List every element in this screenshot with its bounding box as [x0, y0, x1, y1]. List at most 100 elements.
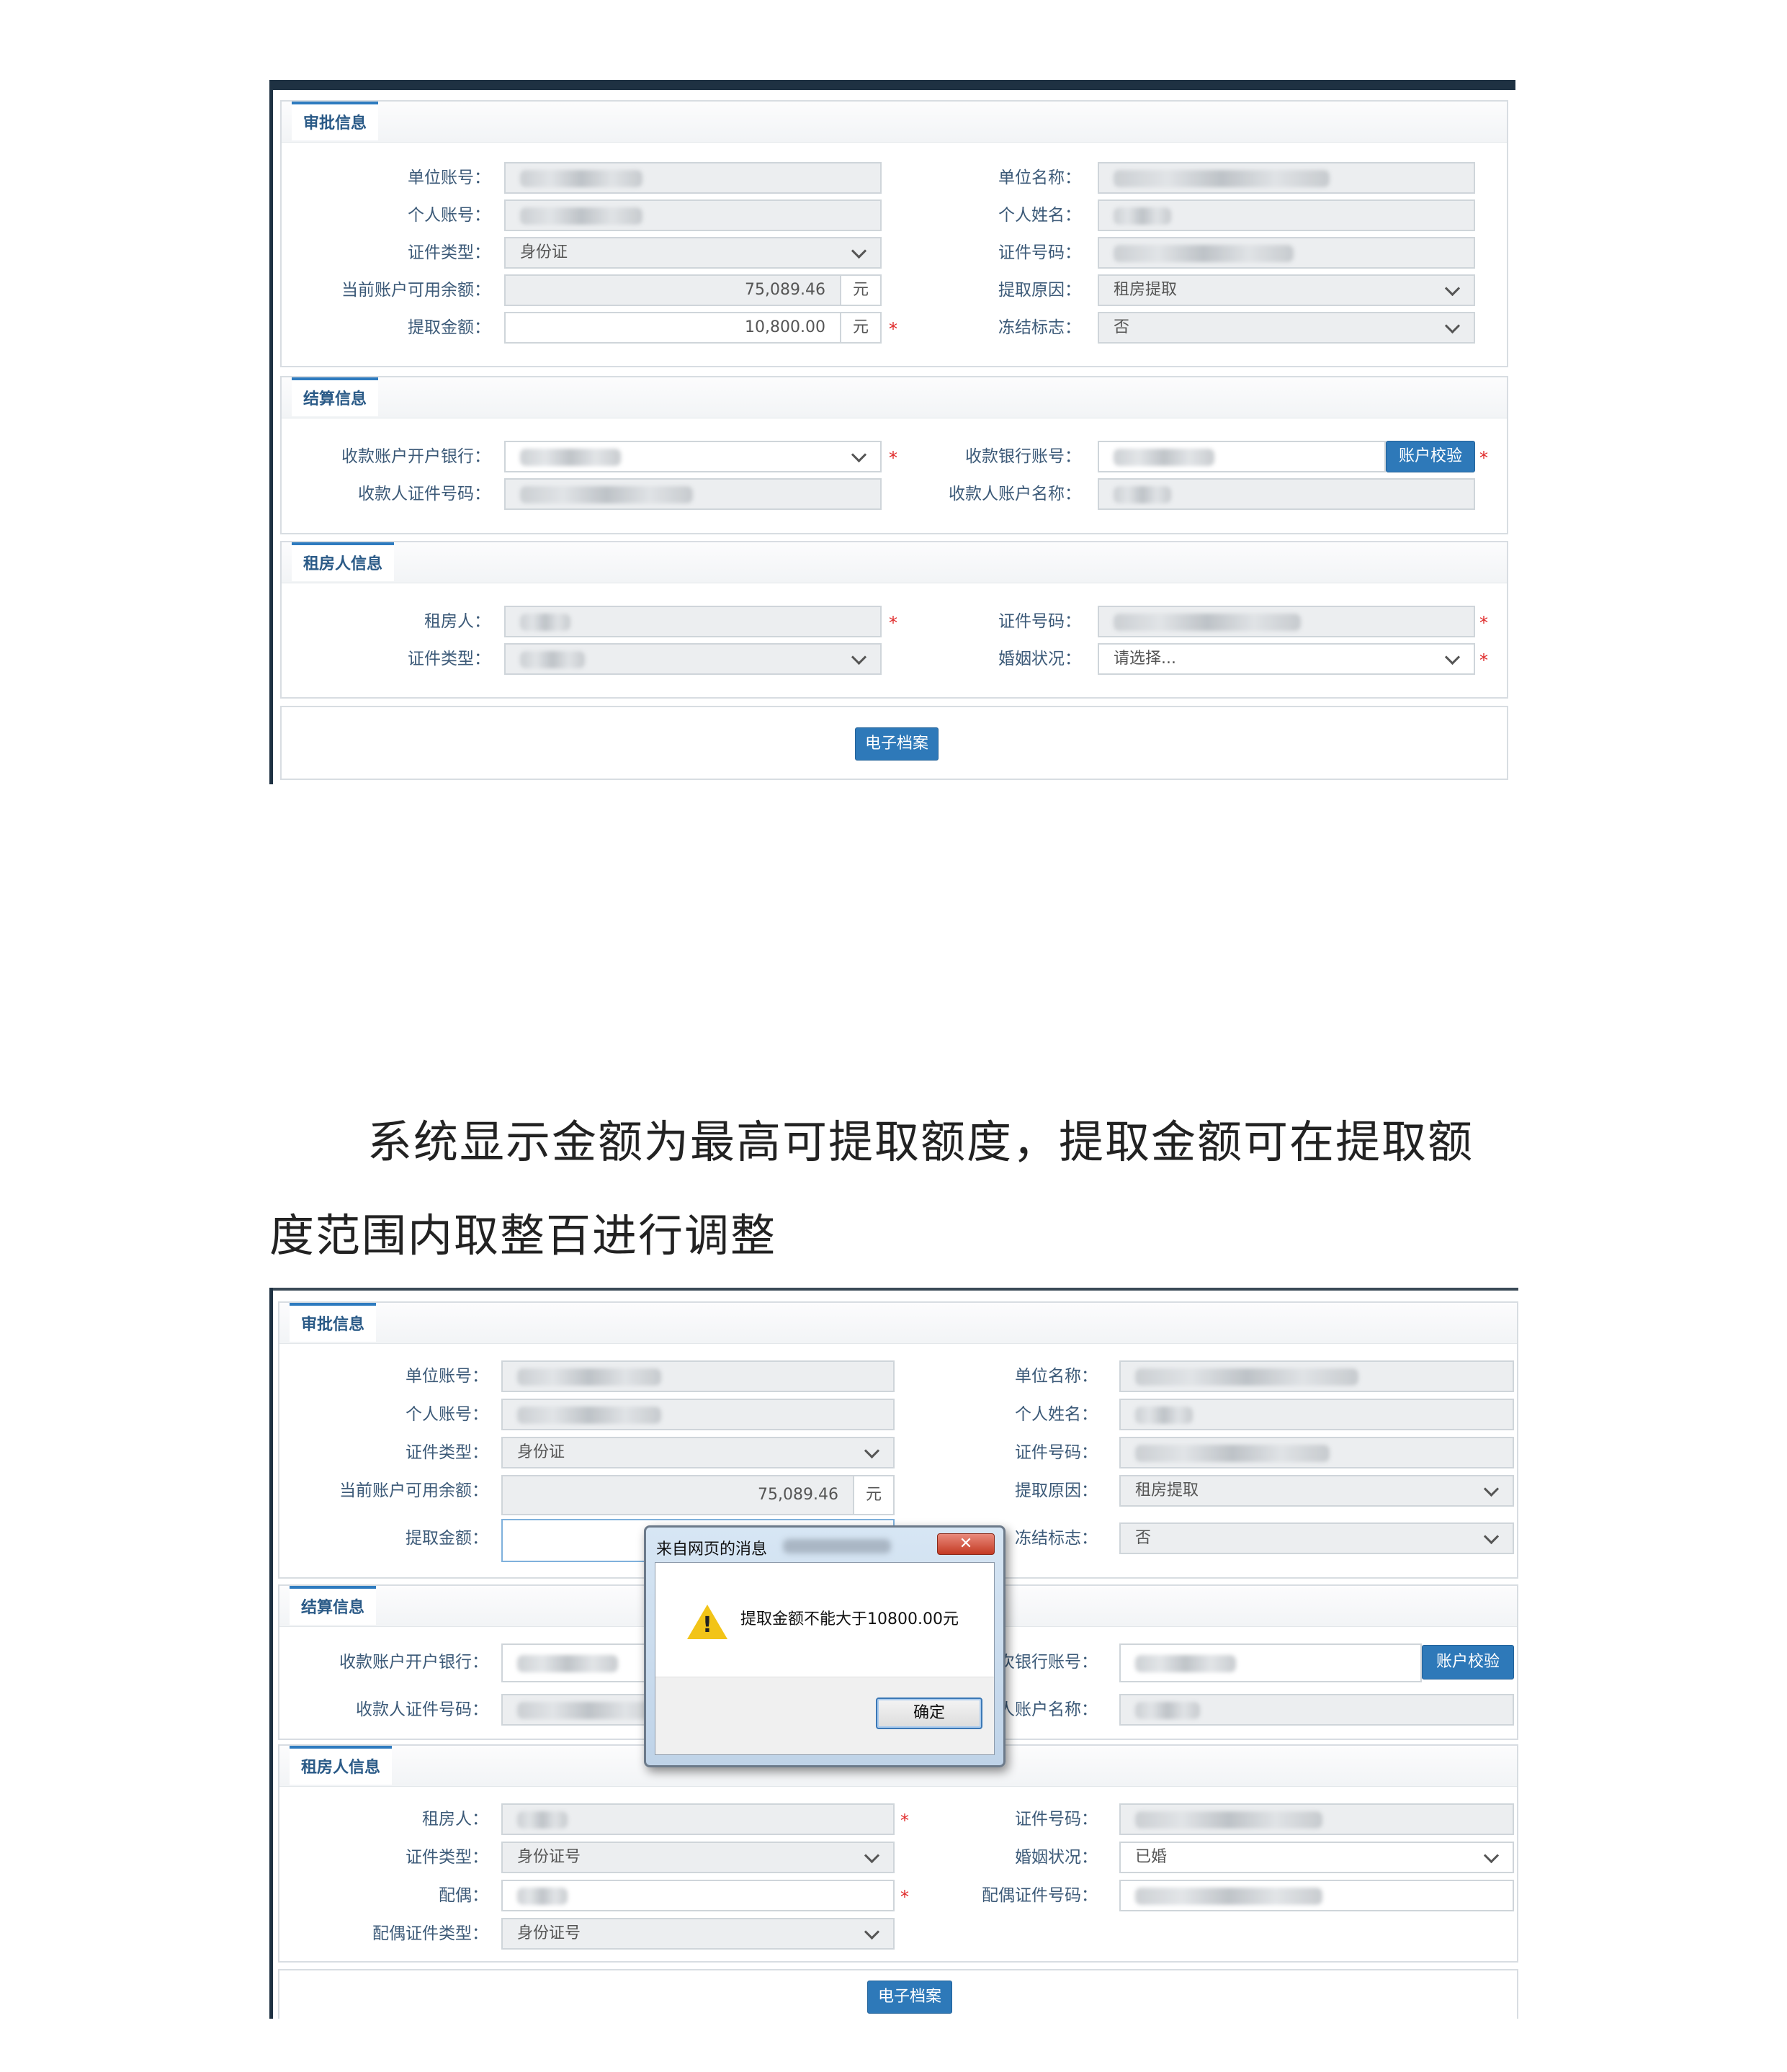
dialog-body: ! 提取金额不能大于10800.00元 确定	[655, 1562, 995, 1755]
unit-name-label: 单位名称：	[1015, 1367, 1098, 1386]
form-screenshot-1: 审批信息 单位账号： 单位名称： 个人账号： 个人姓名： 证件类型： 身份证 证…	[269, 80, 1515, 784]
personal-account-label: 个人账号：	[408, 206, 491, 225]
marital-value: 已婚	[1135, 1848, 1168, 1866]
unit-account-input[interactable]	[501, 1360, 895, 1392]
marital-label: 婚姻状况：	[998, 650, 1081, 668]
spouse-input[interactable]	[501, 1880, 895, 1911]
unit-account-label: 单位账号：	[406, 1367, 488, 1386]
reason-label: 提取原因：	[1015, 1481, 1098, 1500]
amount-label: 提取金额：	[408, 318, 491, 337]
payee-id-label: 收款人证件号码：	[356, 1700, 488, 1719]
ok-button[interactable]: 确定	[876, 1697, 982, 1729]
payee-name-input[interactable]	[1119, 1694, 1514, 1726]
dialog-title-blur	[783, 1539, 891, 1553]
freeze-label: 冻结标志：	[998, 318, 1081, 337]
freeze-value: 否	[1114, 318, 1130, 336]
id-type-label: 证件类型：	[408, 243, 491, 262]
tenant-id-type-select[interactable]	[504, 643, 882, 675]
balance-label: 当前账户可用余额：	[341, 281, 491, 300]
balance-unit: 元	[840, 274, 882, 306]
panel-header: 审批信息	[279, 1303, 1517, 1344]
id-type-value: 身份证	[517, 1443, 565, 1461]
paragraph-line-2: 度范围内取整百进行调整	[269, 1209, 777, 1262]
tenant-input[interactable]	[504, 606, 882, 637]
tenant-id-number-input[interactable]	[1119, 1803, 1514, 1835]
panel-header: 审批信息	[282, 102, 1507, 143]
tenant-label: 租房人：	[424, 612, 491, 631]
freeze-select[interactable]: 否	[1119, 1522, 1514, 1554]
dialog-message: 提取金额不能大于10800.00元	[740, 1610, 959, 1628]
tenant-input[interactable]	[501, 1803, 895, 1835]
unit-name-input[interactable]	[1098, 162, 1475, 194]
approval-panel: 审批信息 单位账号： 单位名称： 个人账号： 个人姓名： 证件类型： 身份证 证…	[280, 100, 1508, 367]
freeze-value: 否	[1135, 1529, 1152, 1547]
bank-account-input[interactable]	[1119, 1643, 1422, 1682]
spouse-id-label: 配偶证件号码：	[982, 1886, 1098, 1905]
panel-title: 租房人信息	[292, 542, 395, 581]
required-mark: *	[1479, 613, 1488, 633]
tenant-id-type-select[interactable]: 身份证号	[501, 1842, 895, 1873]
balance-input[interactable]: 75,089.46	[501, 1475, 854, 1515]
tenant-id-number-input[interactable]	[1098, 606, 1475, 637]
personal-name-input[interactable]	[1098, 199, 1475, 231]
chevron-down-icon	[1444, 649, 1461, 665]
personal-name-input[interactable]	[1119, 1399, 1514, 1430]
verify-account-button[interactable]: 账户校验	[1422, 1645, 1514, 1679]
unit-account-label: 单位账号：	[408, 169, 491, 187]
left-border	[269, 80, 273, 784]
paragraph-line-1: 系统显示金额为最高可提取额度，提取金额可在提取额	[367, 1116, 1474, 1168]
amount-unit: 元	[840, 312, 882, 344]
unit-name-input[interactable]	[1119, 1360, 1514, 1392]
marital-select[interactable]: 已婚	[1119, 1842, 1514, 1873]
top-bar	[269, 1288, 1518, 1291]
top-bar	[269, 80, 1515, 90]
reason-value: 租房提取	[1114, 281, 1178, 299]
spouse-id-input[interactable]	[1119, 1880, 1514, 1911]
personal-name-label: 个人姓名：	[998, 206, 1081, 225]
bank-account-label: 收款银行账号：	[965, 447, 1081, 466]
personal-account-label: 个人账号：	[406, 1405, 488, 1424]
unit-account-input[interactable]	[504, 162, 882, 194]
tenant-id-type-label: 证件类型：	[408, 650, 491, 668]
settlement-panel: 结算信息 收款账户开户银行： * 收款银行账号： 账户校验 * 收款人证件号码：…	[280, 376, 1508, 534]
bank-account-input[interactable]	[1098, 441, 1386, 472]
panel-header: 租房人信息	[282, 542, 1507, 583]
reason-select[interactable]: 租房提取	[1119, 1475, 1514, 1507]
required-mark: *	[900, 1811, 909, 1831]
personal-account-input[interactable]	[504, 199, 882, 231]
chevron-down-icon	[1483, 1481, 1500, 1497]
spouse-id-type-select[interactable]: 身份证号	[501, 1918, 895, 1950]
footer-panel: 电子档案	[278, 1969, 1518, 2019]
required-mark: *	[1479, 448, 1488, 468]
panel-title: 审批信息	[290, 1303, 377, 1342]
marital-select[interactable]: 请选择...	[1098, 643, 1475, 675]
bank-label: 收款账户开户银行：	[341, 447, 491, 466]
chevron-down-icon	[864, 1924, 880, 1940]
bank-label: 收款账户开户银行：	[339, 1653, 488, 1672]
chevron-down-icon	[1444, 318, 1461, 334]
verify-account-button[interactable]: 账户校验	[1386, 441, 1475, 472]
id-type-select[interactable]: 身份证	[501, 1437, 895, 1468]
chevron-down-icon	[1483, 1528, 1500, 1545]
payee-name-input[interactable]	[1098, 478, 1475, 510]
personal-account-input[interactable]	[501, 1399, 895, 1430]
id-type-select[interactable]: 身份证	[504, 237, 882, 269]
reason-select[interactable]: 租房提取	[1098, 274, 1475, 306]
balance-input[interactable]: 75,089.46	[504, 274, 841, 306]
chevron-down-icon	[864, 1847, 880, 1864]
bank-select[interactable]	[504, 441, 882, 472]
tenant-id-type-label: 证件类型：	[406, 1848, 488, 1867]
id-number-input[interactable]	[1119, 1437, 1514, 1468]
amount-input[interactable]: 10,800.00	[504, 312, 841, 344]
e-archive-button[interactable]: 电子档案	[867, 1981, 952, 2014]
freeze-select[interactable]: 否	[1098, 312, 1475, 344]
id-number-label: 证件号码：	[998, 243, 1081, 262]
payee-id-input[interactable]	[504, 478, 882, 510]
marital-label: 婚姻状况：	[1015, 1848, 1098, 1867]
dialog-title: 来自网页的消息	[656, 1540, 768, 1559]
footer-panel: 电子档案	[280, 706, 1508, 780]
id-number-input[interactable]	[1098, 237, 1475, 269]
e-archive-button[interactable]: 电子档案	[855, 727, 939, 761]
tenant-label: 租房人：	[422, 1810, 488, 1829]
close-icon[interactable]: ✕	[937, 1533, 995, 1555]
